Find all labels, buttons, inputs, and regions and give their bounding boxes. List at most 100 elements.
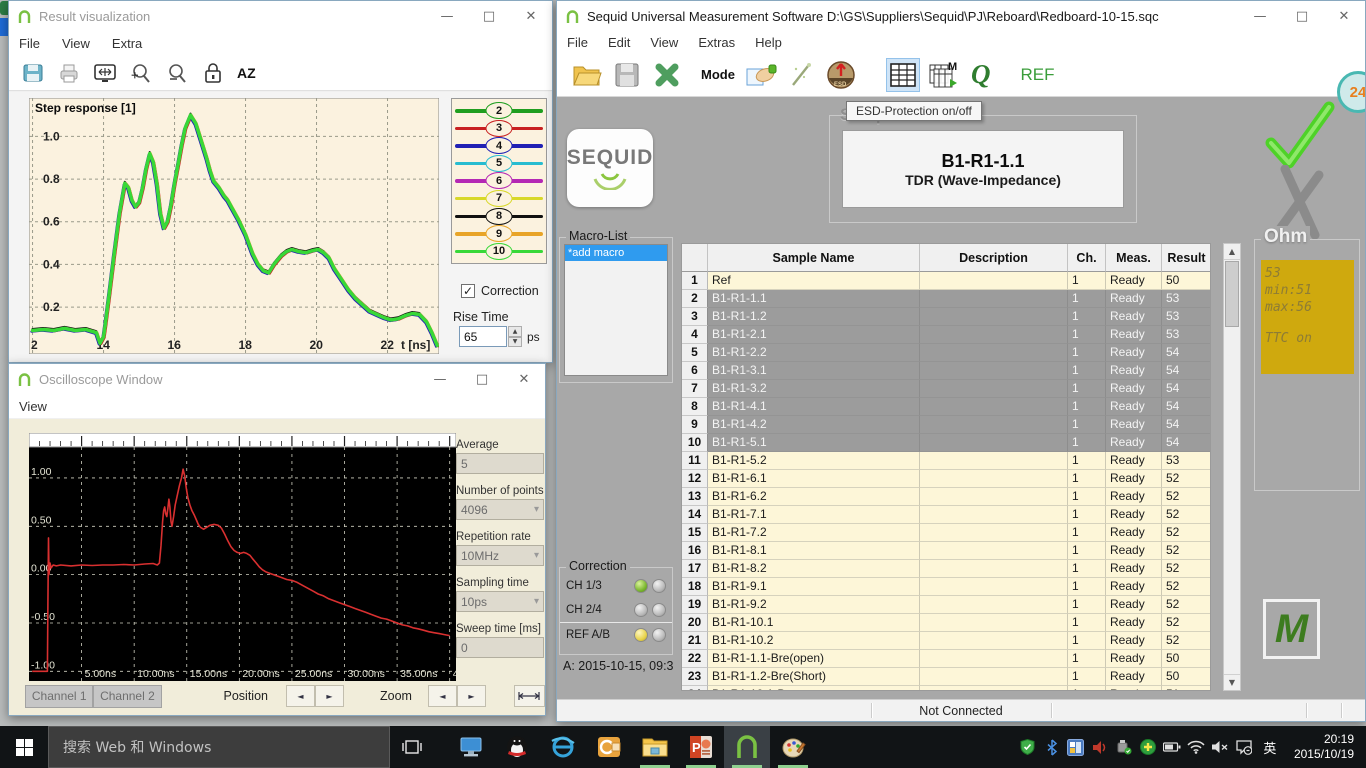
menu-extra[interactable]: Extra xyxy=(112,36,142,51)
channel-1-button[interactable]: Channel 1 xyxy=(25,685,93,708)
table-row-4[interactable]: 4B1-R1-2.11Ready53 xyxy=(682,326,1210,344)
sample-table-icon[interactable] xyxy=(886,58,920,92)
table-row-2[interactable]: 2B1-R1-1.11Ready53 xyxy=(682,290,1210,308)
maximize-button[interactable]: □ xyxy=(468,1,510,31)
position-right-button[interactable]: ► xyxy=(315,685,344,707)
macro-item[interactable]: *add macro xyxy=(565,245,667,261)
table-row-15[interactable]: 15B1-R1-7.21Ready52 xyxy=(682,524,1210,542)
table-row-11[interactable]: 11B1-R1-5.21Ready53 xyxy=(682,452,1210,470)
maximize-button[interactable]: □ xyxy=(1281,1,1323,31)
taskbar-app-powerpoint[interactable]: P xyxy=(678,726,724,768)
minimize-button[interactable]: — xyxy=(426,1,468,31)
table-row-9[interactable]: 9B1-R1-4.21Ready54 xyxy=(682,416,1210,434)
sequid-titlebar[interactable]: Sequid Universal Measurement Software D:… xyxy=(557,1,1365,31)
zoom-out-icon[interactable] xyxy=(165,61,189,85)
security-shield-icon[interactable] xyxy=(1018,733,1038,761)
minimize-button[interactable]: — xyxy=(419,364,461,394)
menu-extras[interactable]: Extras xyxy=(698,35,735,50)
antivirus-plus-icon[interactable] xyxy=(1138,733,1158,761)
table-row-18[interactable]: 18B1-R1-9.11Ready52 xyxy=(682,578,1210,596)
step-response-chart[interactable]: 0.20.40.60.81.021416182022t [ns]Step res… xyxy=(29,98,439,354)
table-row-13[interactable]: 13B1-R1-6.21Ready52 xyxy=(682,488,1210,506)
oscilloscope-titlebar[interactable]: Oscilloscope Window — □ ✕ xyxy=(9,364,545,394)
column-header[interactable] xyxy=(682,244,708,272)
save-file-icon[interactable] xyxy=(610,58,644,92)
save-icon[interactable] xyxy=(21,61,45,85)
print-icon[interactable] xyxy=(57,61,81,85)
table-row-14[interactable]: 14B1-R1-7.11Ready52 xyxy=(682,506,1210,524)
taskbar-app-this-pc[interactable] xyxy=(448,726,494,768)
table-row-24[interactable]: 24B1-R1-10.1-B1Ready51 xyxy=(682,686,1210,691)
ime-panel-icon[interactable] xyxy=(1066,733,1086,761)
stepper-down-icon[interactable]: ▼ xyxy=(508,337,522,348)
table-row-10[interactable]: 10B1-R1-5.11Ready54 xyxy=(682,434,1210,452)
lock-icon[interactable] xyxy=(201,61,225,85)
q-button[interactable]: Q xyxy=(971,59,991,90)
close-button[interactable]: ✕ xyxy=(1323,1,1365,31)
table-row-12[interactable]: 12B1-R1-6.11Ready52 xyxy=(682,470,1210,488)
channel-2-button[interactable]: Channel 2 xyxy=(93,685,161,708)
wifi-icon[interactable] xyxy=(1186,733,1206,761)
column-header[interactable]: Meas. xyxy=(1106,244,1162,272)
usb-device-icon[interactable] xyxy=(1114,733,1134,761)
menu-view[interactable]: View xyxy=(650,35,678,50)
ime-language-badge[interactable]: 英 xyxy=(1258,738,1282,757)
taskbar-app-sequid[interactable] xyxy=(724,726,770,768)
table-row-3[interactable]: 3B1-R1-1.21Ready53 xyxy=(682,308,1210,326)
table-row-1[interactable]: 1Ref1Ready50 xyxy=(682,272,1210,290)
macro-list[interactable]: *add macro xyxy=(564,244,668,376)
position-left-button[interactable]: ◄ xyxy=(286,685,315,707)
rise-time-input[interactable]: 65 xyxy=(459,326,507,347)
wizard-pen-icon[interactable] xyxy=(784,58,818,92)
task-view-button[interactable] xyxy=(390,726,434,768)
table-row-17[interactable]: 17B1-R1-8.21Ready52 xyxy=(682,560,1210,578)
correction-checkbox[interactable]: ✓ xyxy=(461,284,475,298)
table-scrollbar[interactable]: ▲ ▼ xyxy=(1223,243,1241,691)
column-header[interactable]: Result xyxy=(1162,244,1211,272)
fit-screen-icon[interactable] xyxy=(93,61,117,85)
menu-view[interactable]: View xyxy=(19,399,47,414)
menu-file[interactable]: File xyxy=(19,36,40,51)
minimize-button[interactable]: — xyxy=(1239,1,1281,31)
volume-muted-icon[interactable] xyxy=(1210,733,1230,761)
table-row-8[interactable]: 8B1-R1-4.11Ready54 xyxy=(682,398,1210,416)
notification-badge[interactable]: 24 xyxy=(1337,71,1366,113)
macro-table-icon[interactable]: M xyxy=(926,58,960,92)
table-row-6[interactable]: 6B1-R1-3.11Ready54 xyxy=(682,362,1210,380)
manual-mode-icon[interactable] xyxy=(744,58,778,92)
close-button[interactable]: ✕ xyxy=(510,1,552,31)
bluetooth-icon[interactable] xyxy=(1042,733,1062,761)
scroll-up-icon[interactable]: ▲ xyxy=(1224,244,1240,260)
table-row-22[interactable]: 22B1-R1-1.1-Bre(open)1Ready50 xyxy=(682,650,1210,668)
table-row-23[interactable]: 23B1-R1-1.2-Bre(Short)1Ready50 xyxy=(682,668,1210,686)
rise-time-stepper[interactable]: ▲▼ xyxy=(508,326,522,347)
start-button[interactable] xyxy=(0,726,48,768)
zoom-in-button[interactable]: ► xyxy=(457,685,486,707)
action-center-icon[interactable] xyxy=(1234,733,1254,761)
result-window-titlebar[interactable]: Result visualization — □ ✕ xyxy=(9,1,552,31)
menu-file[interactable]: File xyxy=(567,35,588,50)
open-file-icon[interactable] xyxy=(570,58,604,92)
table-row-20[interactable]: 20B1-R1-10.11Ready52 xyxy=(682,614,1210,632)
maximize-button[interactable]: □ xyxy=(461,364,503,394)
ref-button[interactable]: REF xyxy=(1020,65,1054,85)
sort-az-button[interactable]: AZ xyxy=(237,65,256,81)
menu-edit[interactable]: Edit xyxy=(608,35,630,50)
correction-checkbox-row[interactable]: ✓ Correction xyxy=(461,284,539,298)
table-row-21[interactable]: 21B1-R1-10.21Ready52 xyxy=(682,632,1210,650)
zoom-in-icon[interactable] xyxy=(129,61,153,85)
table-row-19[interactable]: 19B1-R1-9.21Ready52 xyxy=(682,596,1210,614)
taskbar-app-file-explorer[interactable] xyxy=(632,726,678,768)
column-header[interactable]: Description xyxy=(920,244,1068,272)
oscilloscope-chart[interactable]: 1.000.500.00-0.50-1.005.00ns10.00ns15.00… xyxy=(29,433,456,681)
measure-button[interactable]: M xyxy=(1263,599,1320,659)
taskbar-app-paint[interactable] xyxy=(770,726,816,768)
volume-mixer-icon[interactable] xyxy=(1090,733,1110,761)
scroll-down-icon[interactable]: ▼ xyxy=(1224,674,1240,690)
column-header[interactable]: Ch. xyxy=(1068,244,1106,272)
taskbar-app-outlook[interactable] xyxy=(586,726,632,768)
stepper-up-icon[interactable]: ▲ xyxy=(508,326,522,337)
taskbar-app-internet-explorer[interactable] xyxy=(540,726,586,768)
table-row-5[interactable]: 5B1-R1-2.21Ready54 xyxy=(682,344,1210,362)
taskbar-clock[interactable]: 20:19 2015/10/19 xyxy=(1286,732,1360,762)
